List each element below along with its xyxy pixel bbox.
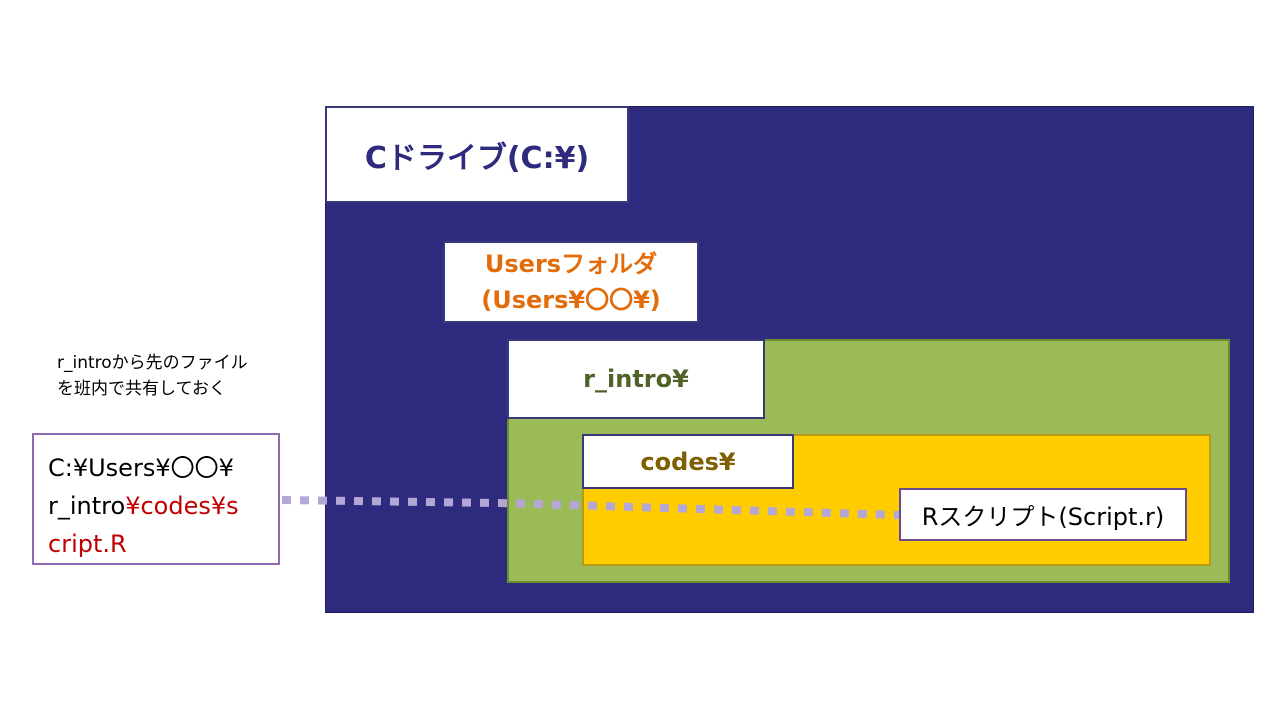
sharing-note: r_introから先のファイル を班内で共有しておく [57, 350, 297, 402]
users-folder-label: Usersフォルダ (Users¥〇〇¥) [443, 241, 699, 323]
r-script-file: Rスクリプト(Script.r) [899, 488, 1187, 541]
note-line-1: r_introから先のファイル [57, 353, 248, 373]
path-codes-segment: ¥codes¥s [125, 492, 239, 520]
users-folder-path: (Users¥〇〇¥) [481, 286, 661, 314]
path-line-3: cript.R [48, 530, 127, 558]
file-path-box: C:¥Users¥〇〇¥ r_intro¥codes¥s cript.R [32, 433, 280, 565]
codes-folder-label: codes¥ [582, 434, 794, 489]
path-r-intro: r_intro [48, 492, 126, 520]
note-line-2: を班内で共有しておく [57, 379, 226, 399]
path-line-1: C:¥Users¥〇〇¥ [48, 454, 234, 482]
r-intro-folder-label: r_intro¥ [507, 339, 765, 419]
path-line-2: r_intro¥codes¥s [48, 487, 278, 525]
c-drive-label: Cドライブ(C:¥) [325, 106, 629, 203]
users-folder-name: Usersフォルダ [484, 250, 658, 278]
